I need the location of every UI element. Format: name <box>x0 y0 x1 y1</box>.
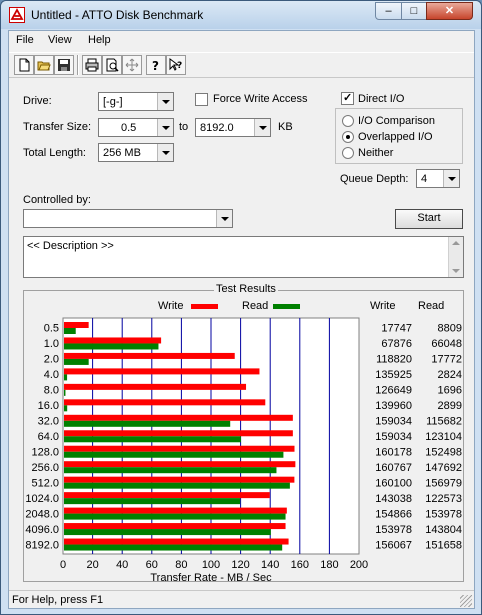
write-value-label: 159034 <box>375 431 412 443</box>
x-axis-label: Transfer Rate - MB / Sec <box>150 572 272 584</box>
write-bar <box>64 414 293 421</box>
write-bar <box>64 352 235 359</box>
close-button[interactable]: ✕ <box>426 2 473 20</box>
category-label: 64.0 <box>38 431 59 443</box>
write-bar <box>64 523 286 530</box>
category-label: 512.0 <box>31 477 59 489</box>
write-value-label: 126649 <box>375 385 412 397</box>
read-value-label: 66048 <box>431 338 462 350</box>
read-value-label: 152498 <box>425 446 462 458</box>
read-value-label: 122573 <box>425 493 462 505</box>
read-value-label: 151658 <box>425 539 462 551</box>
write-value-label: 160178 <box>375 446 412 458</box>
write-value-label: 67876 <box>381 338 412 350</box>
category-label: 8.0 <box>44 385 59 397</box>
read-bar <box>64 513 286 520</box>
category-label: 4.0 <box>44 369 59 381</box>
write-bar <box>64 538 289 545</box>
read-bar <box>64 498 241 505</box>
read-bar <box>64 451 284 458</box>
category-label: 128.0 <box>31 446 59 458</box>
category-label: 8192.0 <box>25 539 59 551</box>
read-value-label: 17772 <box>431 354 462 366</box>
write-bar <box>64 492 270 499</box>
minimize-button[interactable]: – <box>375 2 402 20</box>
read-value-label: 1696 <box>438 385 462 397</box>
x-tick-label: 80 <box>175 559 187 571</box>
read-bar <box>64 436 241 443</box>
read-bar <box>64 358 89 365</box>
resize-grip-icon[interactable] <box>460 595 472 607</box>
write-bar <box>64 445 295 452</box>
x-tick-label: 140 <box>261 559 279 571</box>
write-value-label: 156067 <box>375 539 412 551</box>
read-bar <box>64 405 68 412</box>
x-tick-label: 40 <box>116 559 128 571</box>
category-label: 16.0 <box>38 400 59 412</box>
client-area: File View Help ? ? Drive: [-g-] Force Wr… <box>8 30 475 609</box>
x-tick-label: 120 <box>231 559 249 571</box>
read-value-label: 143804 <box>425 524 462 536</box>
x-tick-label: 20 <box>86 559 98 571</box>
category-label: 0.5 <box>44 323 59 335</box>
read-value-label: 147692 <box>425 462 462 474</box>
read-bar <box>64 467 277 474</box>
transfer-rate-chart: 0 20 40 60 80 100 120 140 160 180 200 Transfer Rate… <box>25 317 462 584</box>
write-value-label: 159034 <box>375 416 412 428</box>
x-tick-label: 160 <box>291 559 309 571</box>
x-tick-label: 180 <box>320 559 338 571</box>
write-bar <box>64 368 260 375</box>
write-value-label: 17747 <box>381 323 412 335</box>
write-bar <box>64 337 162 344</box>
app-window: Untitled - ATTO Disk Benchmark – □ ✕ Fil… <box>0 0 482 615</box>
write-value-label: 118820 <box>376 354 412 366</box>
write-value-label: 139960 <box>375 400 412 412</box>
category-label: 4096.0 <box>25 524 59 536</box>
category-label: 2.0 <box>44 354 59 366</box>
read-value-label: 2899 <box>438 400 462 412</box>
read-bar <box>64 544 283 551</box>
read-bar <box>64 420 231 427</box>
write-value-label: 160767 <box>375 462 412 474</box>
read-bar <box>64 343 159 350</box>
read-bar <box>64 389 66 396</box>
category-label: 2048.0 <box>25 508 59 520</box>
read-value-label: 153978 <box>425 508 462 520</box>
status-bar: For Help, press F1 <box>9 590 474 609</box>
category-label: 32.0 <box>38 416 59 428</box>
read-bar <box>64 482 290 489</box>
category-label: 256.0 <box>31 462 59 474</box>
write-value-label: 154866 <box>375 508 412 520</box>
category-label: 1024.0 <box>25 493 59 505</box>
category-label: 1.0 <box>44 338 59 350</box>
x-tick-label: 200 <box>350 559 368 571</box>
write-bar <box>64 383 247 390</box>
atto-app-icon[interactable] <box>9 7 25 23</box>
write-bar <box>64 476 295 483</box>
read-bar <box>64 374 68 381</box>
write-bar <box>64 507 287 514</box>
read-value-label: 156979 <box>425 477 462 489</box>
read-bar <box>64 328 76 334</box>
write-bar <box>64 461 296 468</box>
write-bar <box>64 399 266 406</box>
x-tick-label: 0 <box>60 559 66 571</box>
x-tick-label: 60 <box>146 559 158 571</box>
window-title: Untitled - ATTO Disk Benchmark <box>31 8 204 22</box>
write-value-label: 143038 <box>375 493 412 505</box>
write-value-label: 153978 <box>375 524 412 536</box>
read-value-label: 8809 <box>438 323 462 335</box>
read-value-label: 123104 <box>425 431 462 443</box>
status-text: For Help, press F1 <box>12 594 104 606</box>
write-value-label: 160100 <box>375 477 412 489</box>
read-value-label: 2824 <box>438 369 462 381</box>
read-bar <box>64 529 271 536</box>
write-bar <box>64 322 89 328</box>
write-value-label: 135925 <box>375 369 412 381</box>
read-value-label: 115682 <box>426 416 462 428</box>
maximize-button[interactable]: □ <box>401 2 427 20</box>
title-bar[interactable]: Untitled - ATTO Disk Benchmark – □ ✕ <box>1 1 481 29</box>
write-bar <box>64 430 293 437</box>
x-tick-label: 100 <box>202 559 220 571</box>
